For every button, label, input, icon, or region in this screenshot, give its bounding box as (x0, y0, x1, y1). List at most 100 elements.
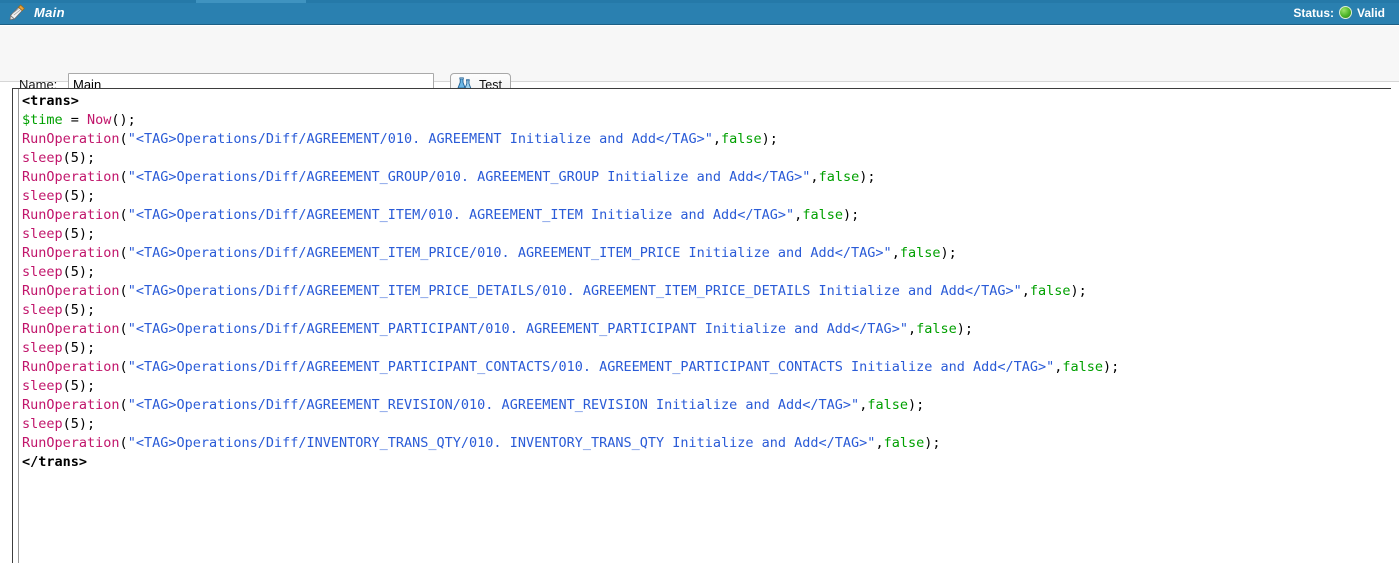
code-line: RunOperation("<TAG>Operations/Diff/AGREE… (22, 320, 1391, 339)
status-badge: Status: Valid (1293, 0, 1385, 25)
script-pencil-icon (9, 4, 26, 21)
code-token-bool: false (1030, 283, 1071, 299)
code-token-func: sleep (22, 416, 63, 432)
code-token-func: sleep (22, 378, 63, 394)
code-token-plain: (5); (63, 188, 96, 204)
code-token-func: Now (87, 112, 111, 128)
code-line: RunOperation("<TAG>Operations/Diff/AGREE… (22, 396, 1391, 415)
code-token-plain: ( (120, 397, 128, 413)
code-token-plain: ( (120, 169, 128, 185)
code-line: RunOperation("<TAG>Operations/Diff/AGREE… (22, 282, 1391, 301)
code-token-plain: ( (120, 435, 128, 451)
code-token-string: "<TAG>Operations/Diff/AGREEMENT_PARTICIP… (128, 321, 908, 337)
code-line: RunOperation("<TAG>Operations/Diff/AGREE… (22, 168, 1391, 187)
code-token-func: RunOperation (22, 359, 120, 375)
code-token-plain: ( (120, 131, 128, 147)
code-token-func: RunOperation (22, 131, 120, 147)
code-token-func: RunOperation (22, 321, 120, 337)
code-token-bool: false (916, 321, 957, 337)
code-token-func: RunOperation (22, 397, 120, 413)
code-token-func: RunOperation (22, 435, 120, 451)
code-token-func: sleep (22, 264, 63, 280)
code-token-tag: <trans> (22, 93, 79, 109)
editor-toolbar: Name: Test (0, 26, 1399, 82)
code-token-plain: , (908, 321, 916, 337)
code-token-bool: false (721, 131, 762, 147)
code-line: sleep(5); (22, 263, 1391, 282)
code-token-func: RunOperation (22, 283, 120, 299)
code-token-func: sleep (22, 150, 63, 166)
code-token-bool: false (884, 435, 925, 451)
tab-edge-active (196, 0, 306, 3)
code-token-plain: (); (111, 112, 135, 128)
code-line: RunOperation("<TAG>Operations/Diff/INVEN… (22, 434, 1391, 453)
code-token-plain: (5); (63, 378, 96, 394)
code-token-plain: (5); (63, 150, 96, 166)
code-line: <trans> (22, 92, 1391, 111)
code-token-plain: , (892, 245, 900, 261)
code-token-plain: ( (120, 321, 128, 337)
code-token-plain: (5); (63, 226, 96, 242)
code-line: sleep(5); (22, 377, 1391, 396)
code-line: sleep(5); (22, 339, 1391, 358)
code-line: sleep(5); (22, 301, 1391, 320)
code-token-plain: ); (843, 207, 859, 223)
code-line: RunOperation("<TAG>Operations/Diff/AGREE… (22, 358, 1391, 377)
window-titlebar: Main Status: Valid (0, 0, 1399, 25)
code-token-plain: ( (120, 359, 128, 375)
code-editor[interactable]: <trans>$time = Now();RunOperation("<TAG>… (12, 88, 1391, 563)
code-token-string: "<TAG>Operations/Diff/INVENTORY_TRANS_QT… (128, 435, 876, 451)
code-token-func: sleep (22, 302, 63, 318)
status-label: Status: (1293, 6, 1334, 20)
code-token-plain: ); (859, 169, 875, 185)
code-token-plain: ); (940, 245, 956, 261)
code-token-func: sleep (22, 226, 63, 242)
code-token-string: "<TAG>Operations/Diff/AGREEMENT_GROUP/01… (128, 169, 811, 185)
code-token-plain: (5); (63, 340, 96, 356)
code-token-tag: </trans> (22, 454, 87, 470)
green-circle-icon (1339, 6, 1352, 19)
code-token-func: RunOperation (22, 169, 120, 185)
code-token-bool: false (802, 207, 843, 223)
code-line: $time = Now(); (22, 111, 1391, 130)
code-line: RunOperation("<TAG>Operations/Diff/AGREE… (22, 206, 1391, 225)
code-token-plain: , (713, 131, 721, 147)
code-token-plain: ); (1071, 283, 1087, 299)
status-value: Valid (1357, 6, 1385, 20)
tab-edge-right (306, 0, 1399, 3)
code-token-string: "<TAG>Operations/Diff/AGREEMENT_PARTICIP… (128, 359, 1055, 375)
code-content[interactable]: <trans>$time = Now();RunOperation("<TAG>… (19, 89, 1391, 563)
code-token-func: RunOperation (22, 207, 120, 223)
code-line: sleep(5); (22, 415, 1391, 434)
code-token-string: "<TAG>Operations/Diff/AGREEMENT_ITEM_PRI… (128, 245, 892, 261)
code-token-plain: ( (120, 207, 128, 223)
code-token-string: "<TAG>Operations/Diff/AGREEMENT_REVISION… (128, 397, 860, 413)
code-token-plain: ); (924, 435, 940, 451)
code-token-plain: ); (908, 397, 924, 413)
script-editor-window: Main Status: Valid Name: Test (0, 0, 1399, 563)
code-token-func: sleep (22, 340, 63, 356)
code-token-plain: ( (120, 283, 128, 299)
code-token-plain: = (63, 112, 87, 128)
tab-edge-left (0, 0, 196, 3)
code-line: sleep(5); (22, 225, 1391, 244)
code-token-func: sleep (22, 188, 63, 204)
code-token-bool: false (819, 169, 860, 185)
code-token-plain: , (1022, 283, 1030, 299)
code-token-plain: , (810, 169, 818, 185)
window-title: Main (34, 5, 65, 20)
tab-strip-edge (0, 0, 1399, 3)
code-token-string: "<TAG>Operations/Diff/AGREEMENT_ITEM_PRI… (128, 283, 1022, 299)
code-line: </trans> (22, 453, 1391, 472)
code-token-bool: false (1062, 359, 1103, 375)
code-line: sleep(5); (22, 187, 1391, 206)
code-token-plain: (5); (63, 264, 96, 280)
code-token-plain: ); (762, 131, 778, 147)
code-line: RunOperation("<TAG>Operations/Diff/AGREE… (22, 244, 1391, 263)
code-token-plain: , (875, 435, 883, 451)
code-line: RunOperation("<TAG>Operations/Diff/AGREE… (22, 130, 1391, 149)
code-token-plain: (5); (63, 302, 96, 318)
code-token-plain: ); (957, 321, 973, 337)
code-token-func: RunOperation (22, 245, 120, 261)
code-token-plain: (5); (63, 416, 96, 432)
